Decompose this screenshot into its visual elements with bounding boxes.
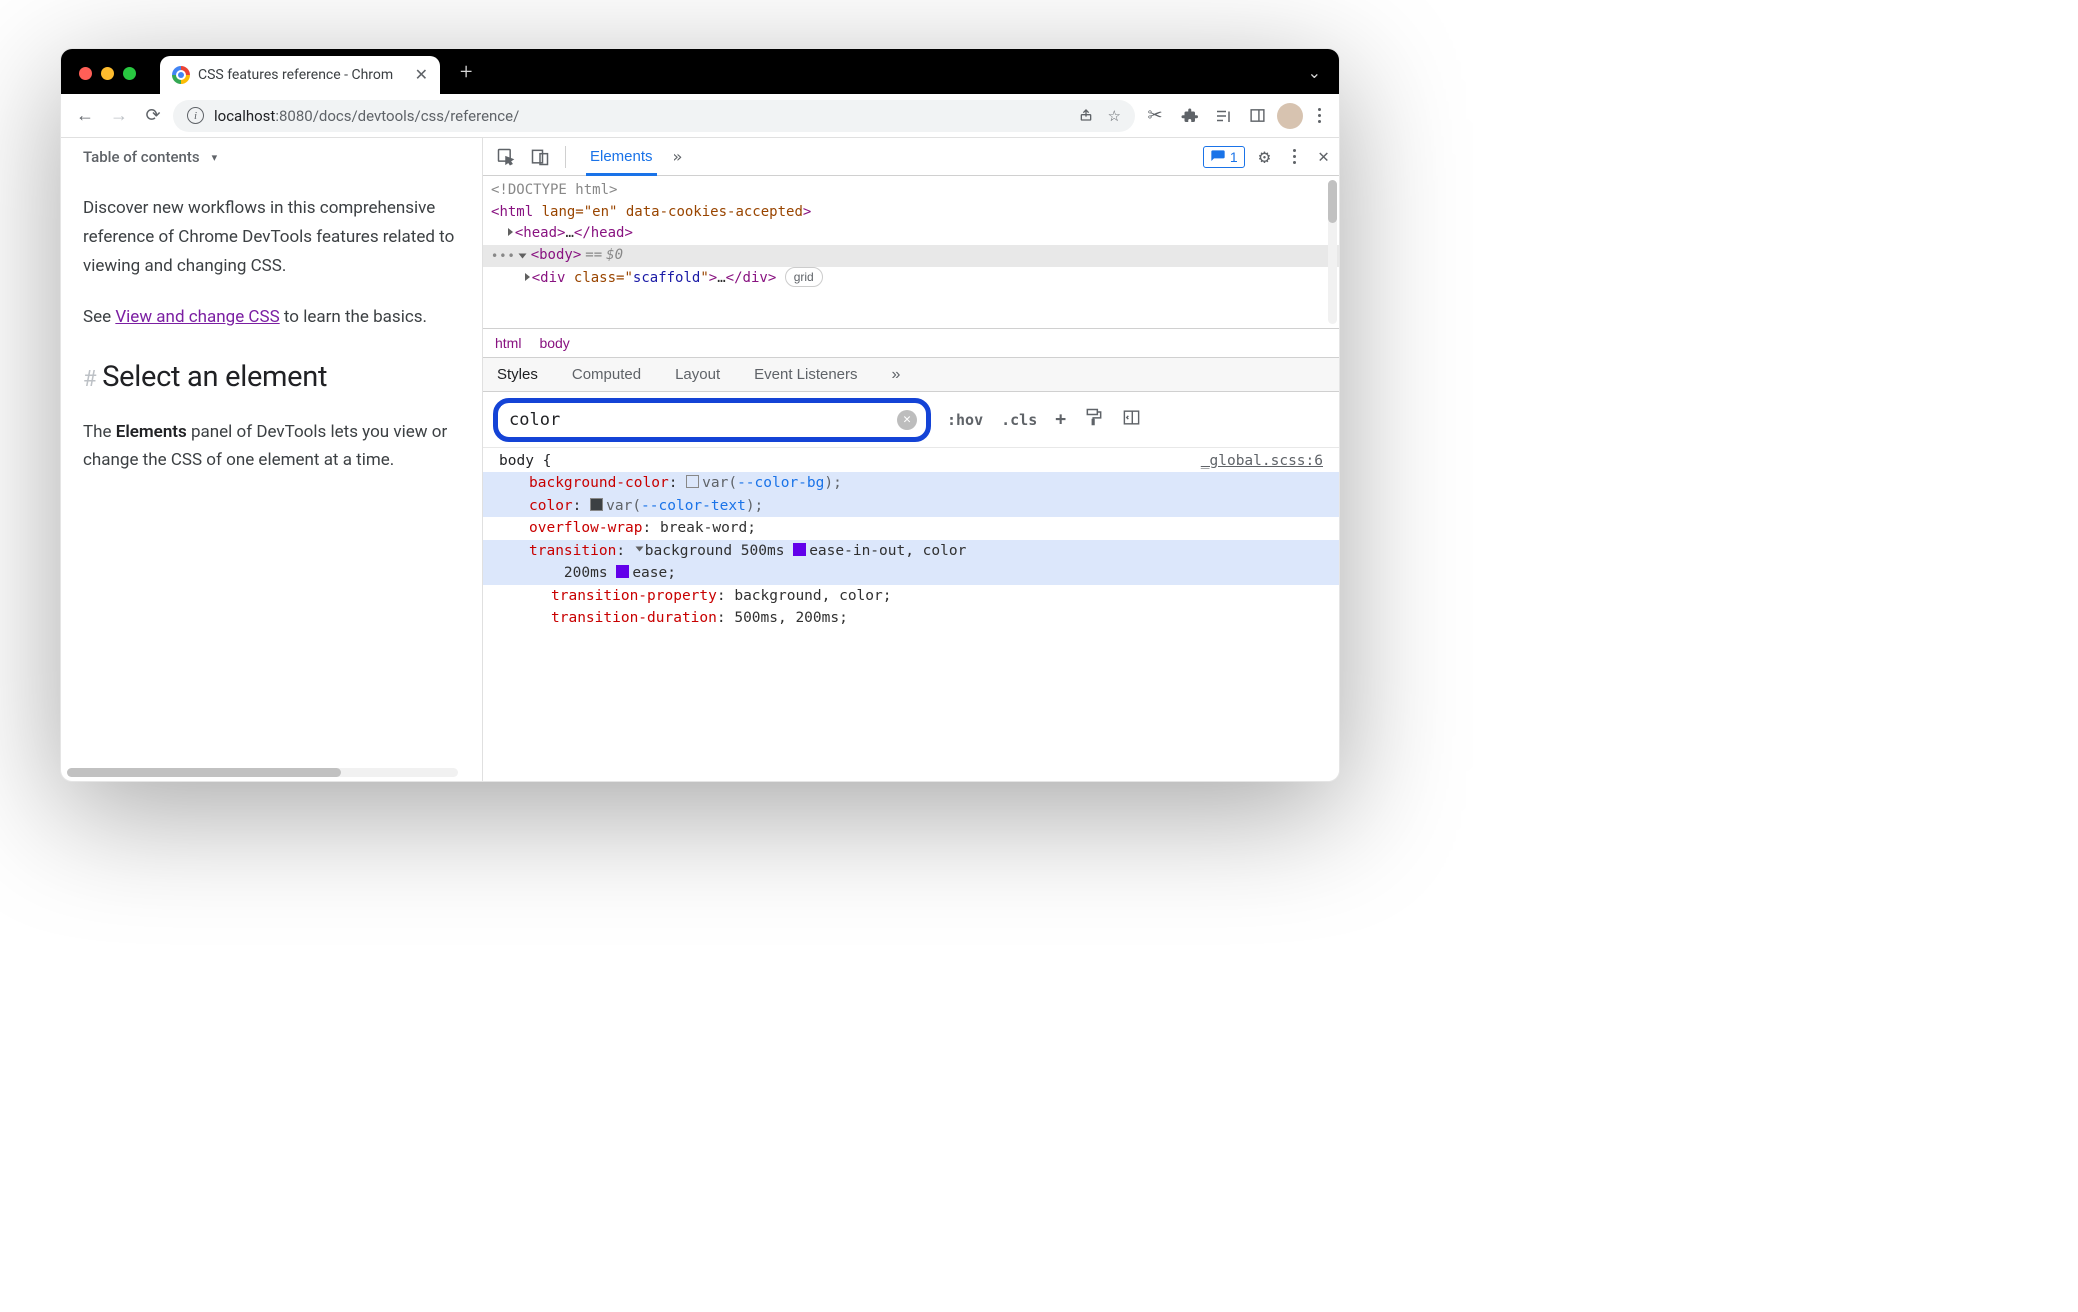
section-heading: #Select an element <box>83 360 482 394</box>
devtools-panel: Elements » 1 ⚙ ✕ <!DOCTYPE html> <html l… <box>483 138 1339 781</box>
css-declaration[interactable]: color: var(--color-text); <box>499 495 1323 517</box>
view-change-css-link[interactable]: View and change CSS <box>115 307 279 327</box>
css-sub-declaration[interactable]: transition-duration: 500ms, 200ms; <box>499 607 1323 629</box>
device-toolbar-icon[interactable] <box>527 144 553 170</box>
see-also-paragraph: See View and change CSS to learn the bas… <box>83 303 482 332</box>
rule-selector[interactable]: body { <box>499 450 551 472</box>
paint-icon[interactable] <box>1084 407 1104 432</box>
breadcrumb-trail: html body <box>483 328 1339 358</box>
subtab-computed[interactable]: Computed <box>572 366 641 383</box>
close-tab-button[interactable]: ✕ <box>415 65 428 84</box>
share-icon[interactable] <box>1078 106 1094 126</box>
styles-filter-input[interactable] <box>501 406 897 434</box>
css-declaration[interactable]: transition: background 500ms ease-in-out… <box>499 540 1323 585</box>
maximize-window-button[interactable] <box>123 67 136 80</box>
browser-tab[interactable]: CSS features reference - Chrom ✕ <box>160 56 440 94</box>
tab-title: CSS features reference - Chrom <box>198 67 407 83</box>
anchor-hash-icon[interactable]: # <box>83 367 96 392</box>
profile-avatar[interactable] <box>1277 103 1303 129</box>
devtools-main-tabs: Elements » 1 ⚙ ✕ <box>483 138 1339 176</box>
webpage-content: Table of contents Discover new workflows… <box>61 138 483 781</box>
styles-filter-box: ✕ <box>493 398 931 442</box>
tab-elements[interactable]: Elements <box>578 138 665 175</box>
toggle-classes-button[interactable]: .cls <box>1001 411 1037 429</box>
css-declaration[interactable]: overflow-wrap: break-word; <box>499 517 1323 539</box>
favicon-icon <box>172 66 190 84</box>
settings-gear-icon[interactable]: ⚙ <box>1259 146 1270 168</box>
tab-strip: CSS features reference - Chrom ✕ + ⌄ <box>61 49 1339 94</box>
horizontal-scrollbar[interactable] <box>67 768 458 777</box>
reading-list-icon[interactable] <box>1209 102 1237 130</box>
forward-button[interactable]: → <box>105 102 133 130</box>
side-panel-icon[interactable] <box>1243 102 1271 130</box>
styles-filter-bar: ✕ :hov .cls + <box>483 392 1339 448</box>
subtab-styles[interactable]: Styles <box>497 366 538 383</box>
intro-paragraph: Discover new workflows in this comprehen… <box>83 194 482 281</box>
url-text: localhost:8080/docs/devtools/css/referen… <box>214 107 519 125</box>
issues-button[interactable]: 1 <box>1203 146 1245 168</box>
content-area: Table of contents Discover new workflows… <box>61 138 1339 781</box>
extensions-icon[interactable] <box>1175 102 1203 130</box>
dom-body-element[interactable]: ••• <body> == $0 <box>483 245 1339 267</box>
back-button[interactable]: ← <box>71 102 99 130</box>
new-style-rule-button[interactable]: + <box>1055 409 1066 430</box>
dom-scrollbar[interactable] <box>1328 180 1337 324</box>
css-declaration[interactable]: background-color: var(--color-bg); <box>499 472 1323 494</box>
crumb-body[interactable]: body <box>539 335 569 351</box>
bookmark-icon[interactable]: ☆ <box>1108 107 1121 125</box>
css-sub-declaration[interactable]: transition-property: background, color; <box>499 585 1323 607</box>
devtools-menu-button[interactable] <box>1284 149 1304 164</box>
styles-pane[interactable]: body { _global.scss:6 background-color: … <box>483 448 1339 781</box>
grid-badge[interactable]: grid <box>785 267 823 288</box>
crumb-html[interactable]: html <box>495 335 521 351</box>
table-of-contents-toggle[interactable]: Table of contents <box>83 148 482 166</box>
minimize-window-button[interactable] <box>101 67 114 80</box>
subtab-event-listeners[interactable]: Event Listeners <box>754 366 857 383</box>
inspect-element-icon[interactable] <box>493 144 519 170</box>
close-devtools-button[interactable]: ✕ <box>1318 146 1329 167</box>
styles-subtabs: Styles Computed Layout Event Listeners » <box>483 358 1339 392</box>
toggle-hover-button[interactable]: :hov <box>947 411 983 429</box>
reload-button[interactable]: ⟳ <box>139 102 167 130</box>
window-controls <box>79 67 136 80</box>
section-paragraph: The Elements panel of DevTools lets you … <box>83 418 482 476</box>
close-window-button[interactable] <box>79 67 92 80</box>
source-link[interactable]: _global.scss:6 <box>1201 450 1323 472</box>
browser-toolbar: ← → ⟳ i localhost:8080/docs/devtools/css… <box>61 94 1339 138</box>
new-tab-button[interactable]: + <box>460 60 472 85</box>
computed-sidebar-icon[interactable] <box>1122 408 1141 432</box>
more-subtabs-button[interactable]: » <box>892 366 902 384</box>
tabs-menu-button[interactable]: ⌄ <box>1308 63 1321 82</box>
site-info-icon[interactable]: i <box>187 107 204 124</box>
scissors-icon[interactable]: ✂ <box>1141 102 1169 130</box>
more-tabs-button[interactable]: » <box>673 147 684 166</box>
clear-filter-button[interactable]: ✕ <box>897 410 917 430</box>
subtab-layout[interactable]: Layout <box>675 366 720 383</box>
browser-menu-button[interactable] <box>1309 108 1329 123</box>
address-bar[interactable]: i localhost:8080/docs/devtools/css/refer… <box>173 100 1135 132</box>
dom-tree[interactable]: <!DOCTYPE html> <html lang="en" data-coo… <box>483 176 1339 328</box>
browser-window: CSS features reference - Chrom ✕ + ⌄ ← →… <box>60 48 1340 782</box>
